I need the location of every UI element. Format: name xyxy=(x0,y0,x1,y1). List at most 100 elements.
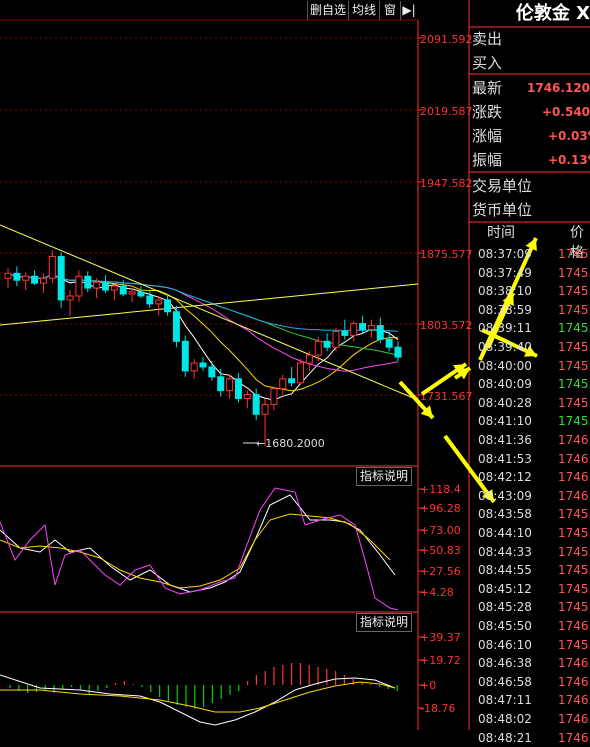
candle-body xyxy=(297,362,304,384)
tick-time: 08:48:21 xyxy=(478,730,532,745)
ind1-line-2 xyxy=(0,487,399,611)
currency-row: 货币单位 xyxy=(472,198,590,222)
tick-price: 1746. xyxy=(558,656,590,671)
tick-time: 08:41:10 xyxy=(478,414,532,429)
tick-price: 1745.4 xyxy=(558,414,590,429)
tick-row: 08:40:28 1745. xyxy=(478,394,590,413)
tick-row: 08:46:58 1746. xyxy=(478,673,590,692)
tick-price: 1745. xyxy=(558,637,590,652)
last-label: 最新 xyxy=(472,79,503,97)
tick-row: 08:38:10 1745. xyxy=(478,282,590,301)
price-tick-label: 1803.572 xyxy=(420,319,473,332)
tick-price: 1745. xyxy=(558,358,590,373)
indicator-help-button-top[interactable]: 指标说明 xyxy=(356,467,412,486)
tick-row: 08:37:09 1745. xyxy=(478,245,590,264)
tick-time: 08:46:10 xyxy=(478,637,532,652)
tick-price: 1745. xyxy=(558,265,590,280)
tick-time: 08:37:09 xyxy=(478,247,532,261)
candle-body xyxy=(39,277,47,284)
tick-time: 08:44:10 xyxy=(478,526,532,540)
tick-price: 1745. xyxy=(558,600,590,615)
candle-body xyxy=(279,378,287,390)
sell-row: 卖出 xyxy=(472,27,590,51)
low-annotation: ←1680.2000 xyxy=(256,437,325,450)
candle-body xyxy=(146,295,154,305)
ind2-tick-label: -18.76 xyxy=(420,702,455,715)
amp-label: 振幅 xyxy=(472,151,503,169)
tick-time: 08:41:36 xyxy=(478,433,532,447)
candle-body xyxy=(341,330,349,336)
candle-body xyxy=(84,275,92,289)
candle-body xyxy=(234,378,242,400)
candle-body xyxy=(181,340,189,372)
ind1-line-0 xyxy=(0,494,396,593)
currency-label: 货币单位 xyxy=(472,201,533,219)
candle-body xyxy=(164,299,172,313)
tick-time: 08:40:09 xyxy=(478,377,532,392)
candle-body xyxy=(172,311,180,342)
tick-row: 08:48:02 1746. xyxy=(478,710,590,729)
candle-body xyxy=(394,346,402,358)
tick-time: 08:37:49 xyxy=(478,265,532,280)
candle-body xyxy=(31,275,39,284)
candle-body xyxy=(110,285,118,291)
ind1-tick-label: +4.28 xyxy=(420,586,454,599)
candle-body xyxy=(190,362,198,372)
tick-price: 1746. xyxy=(558,712,590,726)
tick-row: 08:37:49 1745. xyxy=(478,264,590,283)
tick-row: 08:46:38 1746. xyxy=(478,654,590,673)
unit-label: 交易单位 xyxy=(472,177,533,195)
ind2-tick-label: +39.37 xyxy=(420,631,461,644)
candle-body xyxy=(4,272,12,279)
tick-time: 08:44:55 xyxy=(478,563,532,578)
candle-body xyxy=(217,376,225,392)
tick-price: 1745.4 xyxy=(558,377,590,392)
candle-body xyxy=(48,256,56,279)
tick-price: 1745. xyxy=(558,581,590,596)
price-tick-label: 1875.577 xyxy=(420,248,473,261)
tick-row: 08:44:10 1745. xyxy=(478,524,590,543)
candle-body xyxy=(155,299,163,305)
tick-row: 08:41:53 1746. xyxy=(478,450,590,469)
candle-body xyxy=(208,366,216,378)
price-tick-label: 1947.582 xyxy=(420,177,473,190)
tick-row: 08:41:36 1746. xyxy=(478,431,590,450)
tick-price: 1745. xyxy=(558,507,590,522)
change-row: 涨跌 +0.5400 xyxy=(472,100,590,124)
tick-row: 08:46:10 1745. xyxy=(478,636,590,655)
window-button[interactable]: 窗 xyxy=(379,1,400,20)
candle-body xyxy=(102,281,109,291)
tick-row: 08:47:11 1746. xyxy=(478,691,590,710)
tick-price: 1745. xyxy=(558,526,590,540)
buy-label: 买入 xyxy=(472,54,503,72)
indicator-help-button-bottom[interactable]: 指标说明 xyxy=(356,613,412,632)
last-row: 最新 1746.1200 xyxy=(472,76,590,100)
tick-time: 08:38:59 xyxy=(478,302,532,317)
candle-body xyxy=(252,394,260,415)
tick-price: 1745. xyxy=(558,544,590,559)
tick-row: 08:43:58 1745. xyxy=(478,505,590,524)
pct-row: 涨幅 +0.03% xyxy=(472,124,590,148)
tick-time: 08:39:40 xyxy=(478,340,532,354)
expand-icon[interactable]: ▶| xyxy=(400,1,417,20)
tick-price: 1746. xyxy=(558,693,590,708)
candle-body xyxy=(332,330,340,348)
tick-time: 08:43:09 xyxy=(478,488,532,503)
tick-row: 08:44:33 1745. xyxy=(478,543,590,562)
candle-body xyxy=(75,275,83,297)
change-value: +0.5400 xyxy=(542,105,590,119)
ma-button[interactable]: 均线 xyxy=(348,1,379,20)
amp-row: 振幅 +0.13% xyxy=(472,148,590,172)
candle-body xyxy=(22,275,30,281)
tick-time: 08:43:58 xyxy=(478,507,532,522)
watchlist-button[interactable]: 删自选 xyxy=(307,1,348,20)
candle-body xyxy=(288,378,296,384)
tick-row: 08:40:09 1745.4 xyxy=(478,375,590,394)
tick-price: 1746. xyxy=(558,674,590,689)
tick-time: 08:45:50 xyxy=(478,619,532,633)
last-value: 1746.1200 xyxy=(527,81,590,95)
macd-dea-line xyxy=(0,681,396,713)
tick-price: 1745. xyxy=(558,340,590,354)
candle-body xyxy=(137,291,145,297)
candle-body xyxy=(226,378,234,392)
